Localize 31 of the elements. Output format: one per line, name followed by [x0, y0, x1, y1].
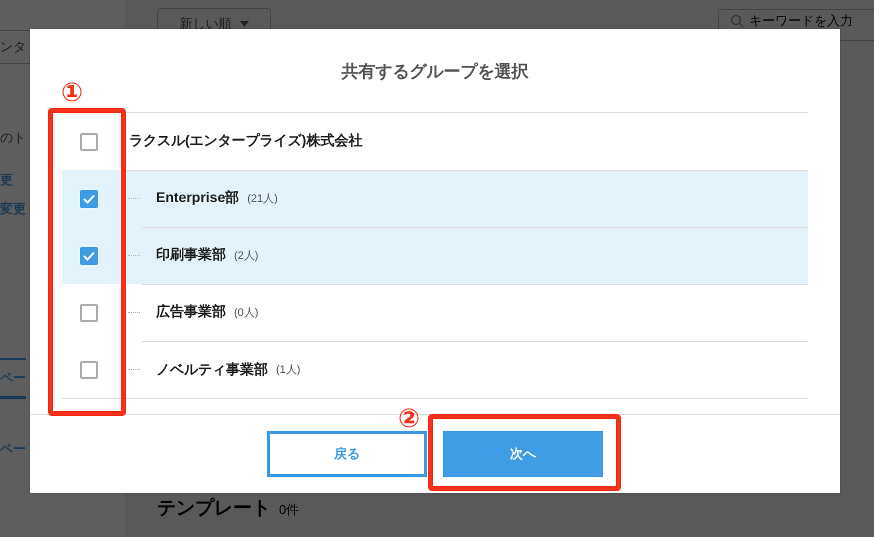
- search-field[interactable]: キーワードを入力: [718, 9, 874, 41]
- check-icon: [83, 194, 95, 204]
- checkbox[interactable]: [80, 132, 98, 150]
- checkbox[interactable]: [80, 360, 98, 378]
- checkbox[interactable]: [80, 304, 98, 322]
- sidebar-text: のト: [0, 129, 26, 147]
- annotation-number: ①: [61, 78, 84, 106]
- next-button[interactable]: 次へ: [443, 431, 603, 477]
- annotation-number: ②: [398, 404, 420, 432]
- check-icon: [83, 250, 95, 260]
- checkbox[interactable]: [80, 246, 98, 264]
- member-count: (21人): [247, 192, 278, 206]
- dialog-title: 共有するグループを選択: [342, 61, 528, 83]
- group-name: Enterprise部: [156, 189, 240, 207]
- search-icon: [730, 14, 744, 28]
- checkbox[interactable]: [80, 190, 98, 208]
- sidebar-link[interactable]: 変更: [0, 199, 26, 219]
- sidebar-link[interactable]: ペー: [0, 439, 26, 459]
- back-button[interactable]: 戻る: [267, 431, 427, 477]
- group-name: 広告事業部: [156, 303, 226, 321]
- section-title: テンプレート: [157, 496, 271, 521]
- group-name: ラクスル(エンタープライズ)株式会社: [129, 132, 362, 150]
- item-count: 0件: [279, 501, 300, 519]
- member-count: (0人): [234, 306, 258, 320]
- member-count: (1人): [276, 363, 300, 377]
- sidebar-link[interactable]: 更: [0, 170, 13, 190]
- group-name: 印刷事業部: [156, 246, 226, 264]
- group-name: ノベルティ事業部: [156, 360, 268, 378]
- member-count: (2人): [234, 248, 258, 262]
- caret-icon: [240, 21, 248, 27]
- sidebar-tab[interactable]: ペー: [0, 358, 26, 399]
